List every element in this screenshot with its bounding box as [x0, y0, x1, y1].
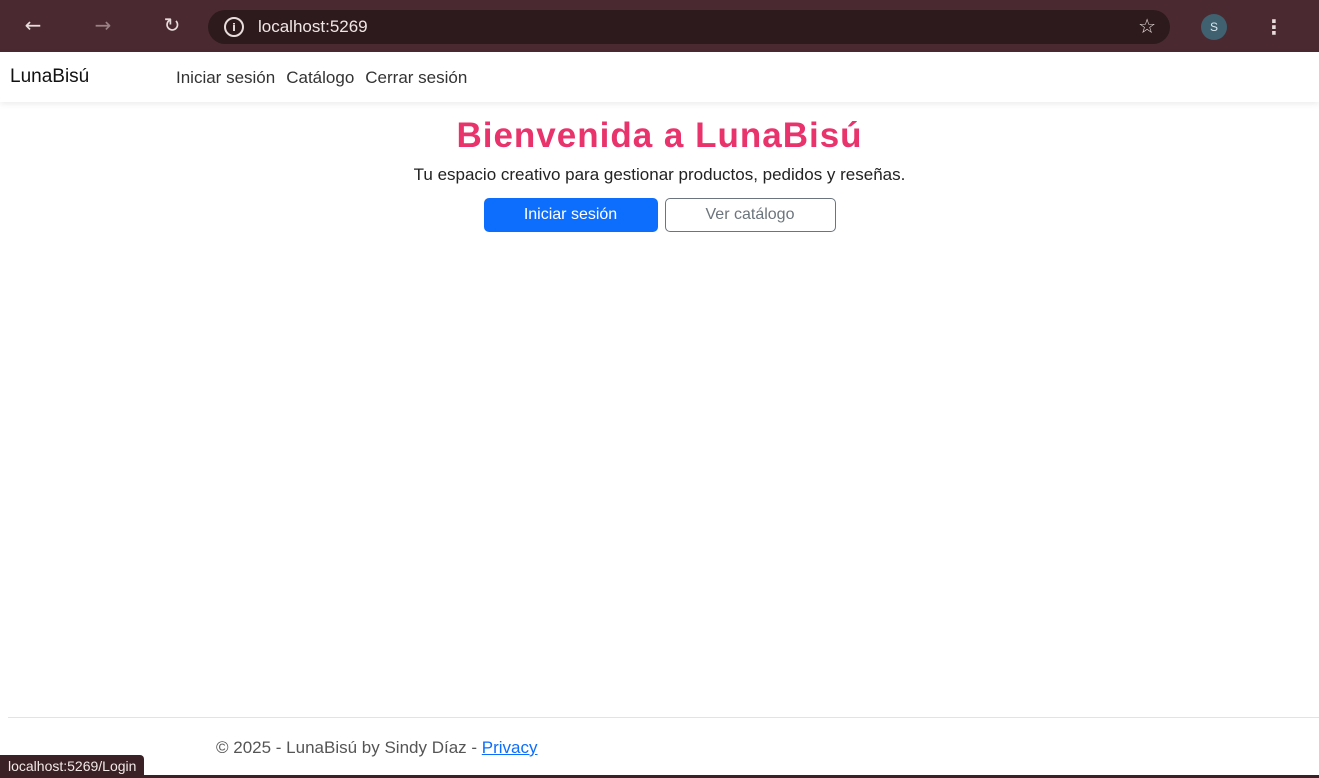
- app-navbar: LunaBisú Iniciar sesión Catálogo Cerrar …: [0, 52, 1319, 102]
- nav-link-logout[interactable]: Cerrar sesión: [365, 68, 467, 88]
- login-button[interactable]: Iniciar sesión: [483, 198, 658, 232]
- reload-icon[interactable]: ↻: [157, 10, 187, 40]
- view-catalog-button[interactable]: Ver catálogo: [664, 198, 836, 232]
- browser-toolbar: ← → ↻ i localhost:5269 ☆ S ⋮: [0, 0, 1319, 52]
- page-subtitle: Tu espacio creativo para gestionar produ…: [413, 165, 906, 184]
- address-url[interactable]: localhost:5269: [258, 17, 368, 37]
- brand-link[interactable]: LunaBisú: [10, 66, 89, 88]
- privacy-link[interactable]: Privacy: [482, 738, 538, 757]
- footer-divider: [8, 717, 1319, 718]
- forward-arrow-icon[interactable]: →: [88, 10, 118, 40]
- status-bubble: localhost:5269/Login: [0, 755, 145, 778]
- nav-link-catalog[interactable]: Catálogo: [286, 68, 354, 88]
- back-arrow-icon[interactable]: ←: [18, 10, 48, 40]
- hero-actions: Iniciar sesión Ver catálogo: [0, 198, 1319, 232]
- kebab-menu-icon[interactable]: ⋮: [1264, 12, 1284, 42]
- page-title: Bienvenida a LunaBisú: [456, 116, 863, 155]
- nav-link-login[interactable]: Iniciar sesión: [176, 68, 275, 88]
- nav-links: Iniciar sesión Catálogo Cerrar sesión: [176, 68, 478, 88]
- site-info-icon[interactable]: i: [224, 17, 244, 37]
- page-footer: © 2025 - LunaBisú by Sindy Díaz - Privac…: [216, 738, 538, 758]
- main-content: Bienvenida a LunaBisú Tu espacio creativ…: [0, 102, 1319, 232]
- footer-copyright: © 2025 - LunaBisú by Sindy Díaz -: [216, 738, 482, 757]
- profile-avatar[interactable]: S: [1201, 14, 1227, 40]
- address-bar[interactable]: i localhost:5269 ☆: [208, 10, 1170, 44]
- bookmark-star-icon[interactable]: ☆: [1138, 14, 1156, 38]
